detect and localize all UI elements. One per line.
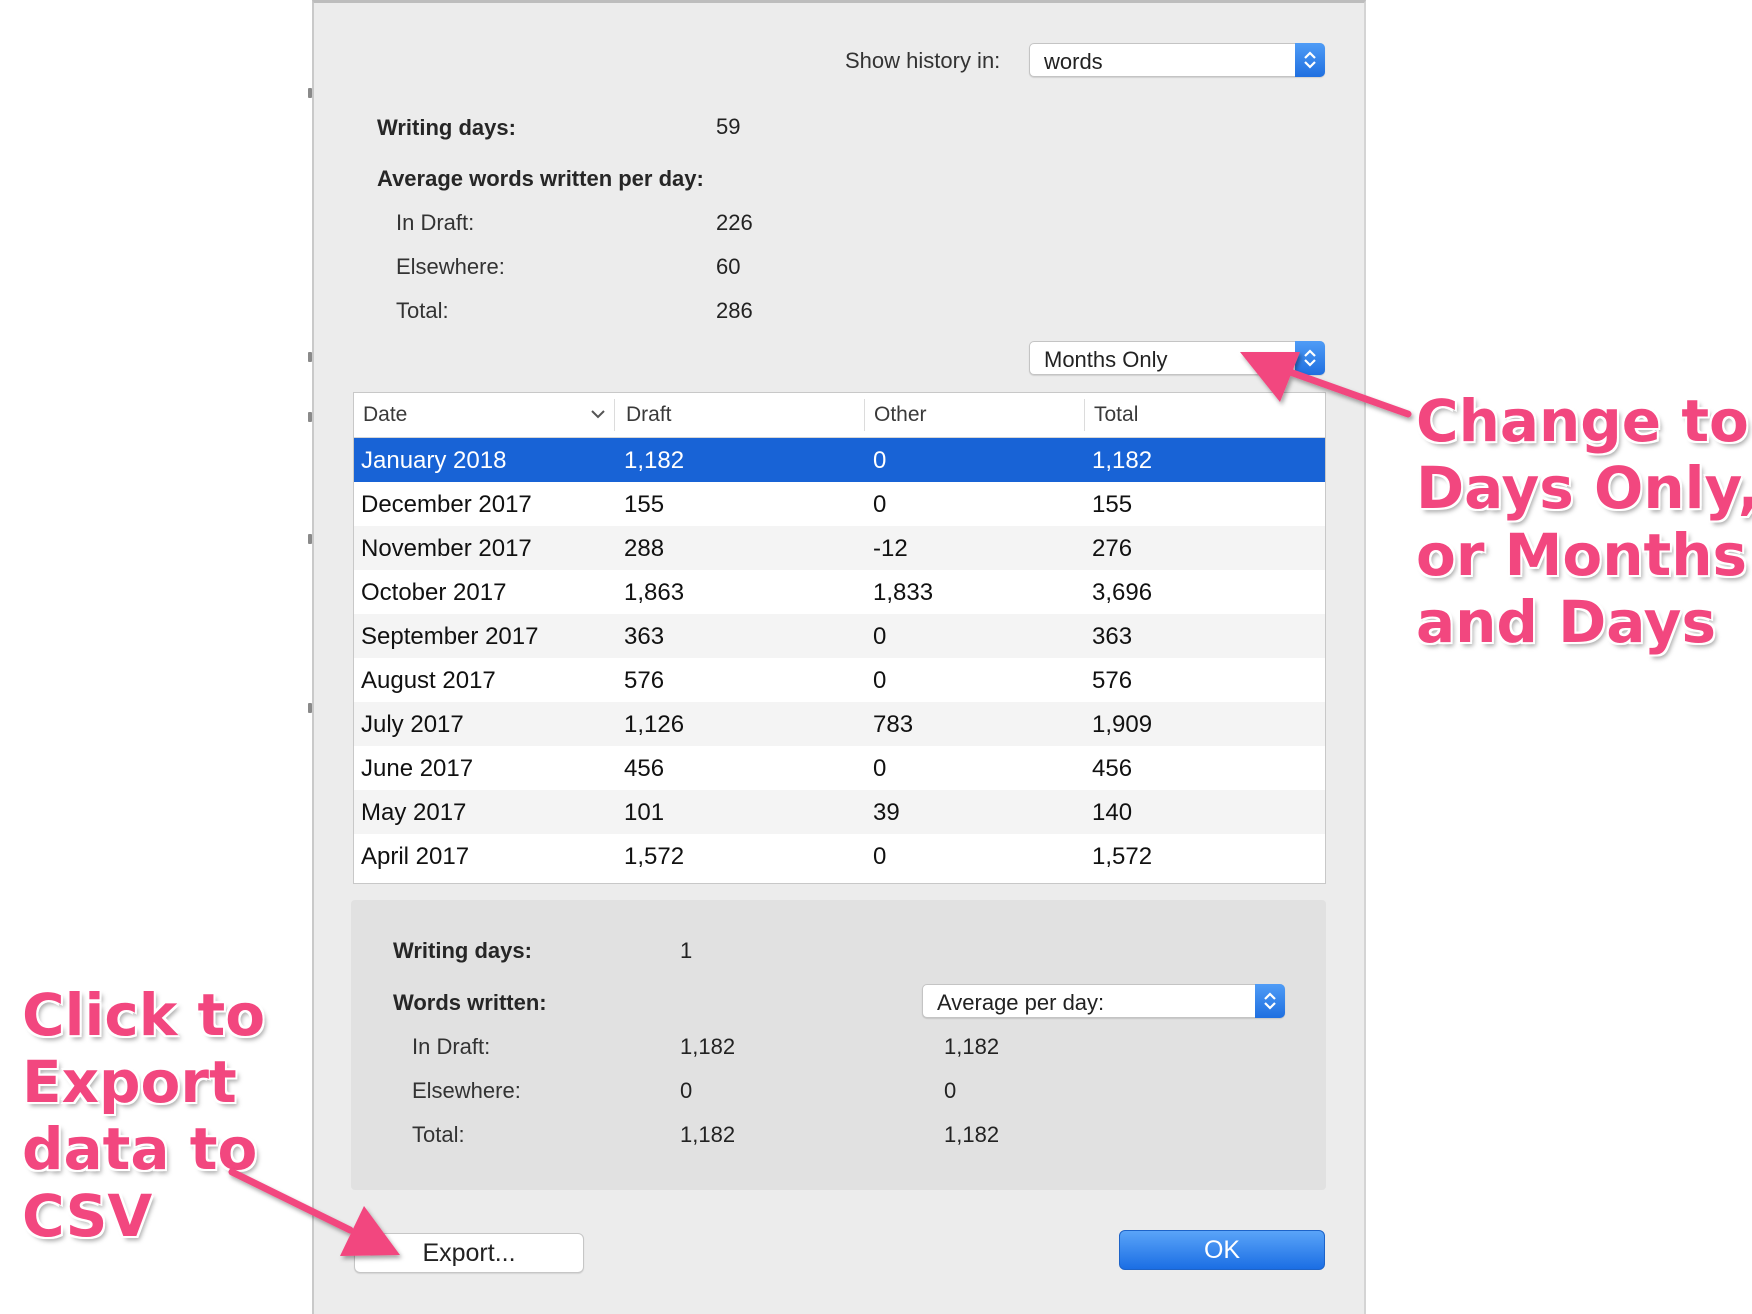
annotation-arrows (228, 352, 1412, 1256)
arrow-to-export-icon (228, 1168, 400, 1256)
arrow-to-period-filter-icon (1240, 352, 1412, 418)
